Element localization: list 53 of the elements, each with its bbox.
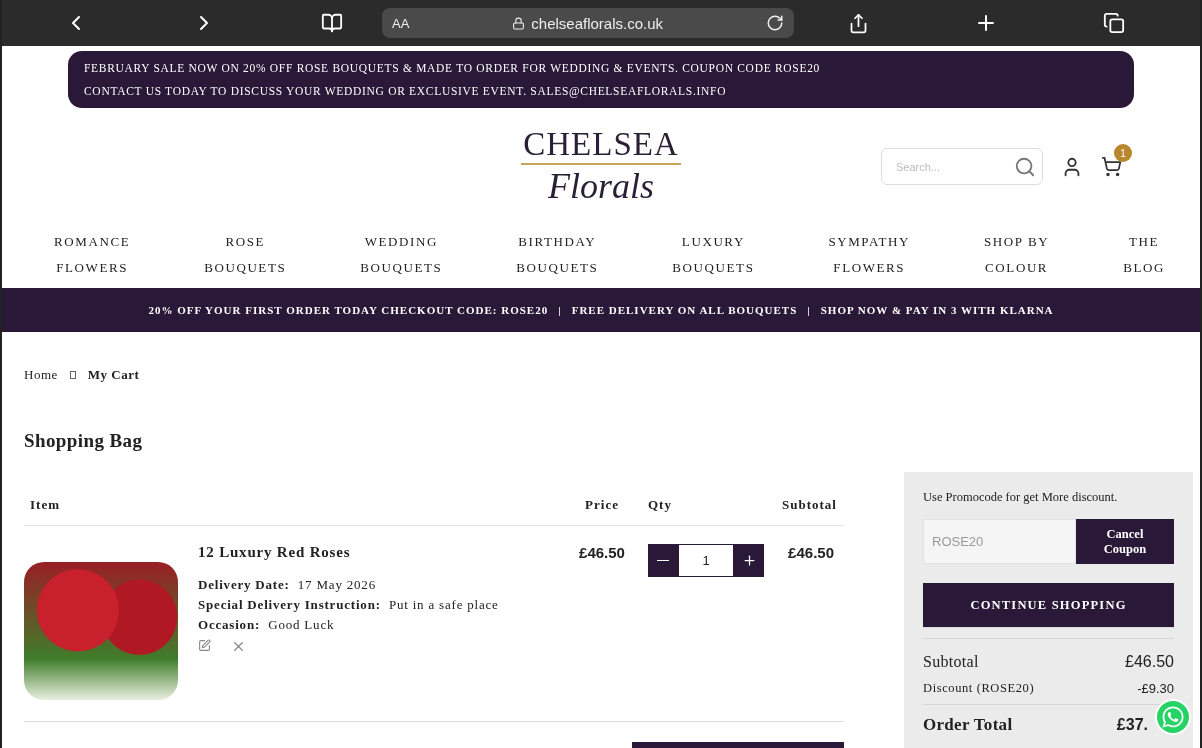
price-text: £46.50 xyxy=(578,544,626,563)
increase-button[interactable] xyxy=(734,544,764,577)
reload-icon[interactable] xyxy=(766,14,784,32)
plus-icon xyxy=(741,553,757,568)
column-header: Subtotal xyxy=(781,496,838,514)
cart-icon[interactable] xyxy=(1101,156,1122,177)
url-text: chelseaflorals.co.uk xyxy=(531,14,664,32)
minus-icon xyxy=(657,559,669,562)
logo[interactable]: CHELSEA Florals xyxy=(521,123,681,207)
summary-label: Discount (ROSE20) xyxy=(923,681,1035,696)
column-header: Item xyxy=(29,496,61,514)
promo-text: FREE DELIVERY ON ALL BOUQUETS xyxy=(571,304,798,316)
separator-text: | xyxy=(807,304,811,316)
breadcrumb-link[interactable]: Home xyxy=(24,367,58,383)
nav-link[interactable]: LUXURY BOUQUETS xyxy=(672,229,755,281)
subtotal-text: £46.50 xyxy=(787,544,835,563)
promo-text: SHOP NOW & PAY IN 3 WITH KLARNA xyxy=(820,304,1054,316)
text-size-button[interactable]: AA xyxy=(392,15,410,31)
summary-label: Order Total xyxy=(923,715,1013,735)
nav-link[interactable]: WEDDING BOUQUETS xyxy=(360,229,443,281)
announcement-text: FEBRUARY SALE NOW ON 20% OFF ROSE BOUQUETS & MADE TO ORDER FOR WEDDING & EVENTS. COUPON CODE ROSE20 xyxy=(84,61,822,74)
nav-link[interactable]: BIRTHDAY BOUQUETS xyxy=(516,229,599,281)
page-title: Shopping Bag xyxy=(24,430,144,452)
search-icon[interactable] xyxy=(1014,155,1036,178)
column-header: Qty xyxy=(647,496,673,514)
nav-link[interactable]: ROSE BOUQUETS xyxy=(204,229,287,281)
summary-value: -£9.30 xyxy=(1137,681,1174,696)
product-name[interactable]: 12 Luxury Red Roses xyxy=(198,544,499,561)
nav-link[interactable]: SYMPATHY FLOWERS xyxy=(828,229,911,281)
summary-label: Subtotal xyxy=(923,653,979,671)
column-header: Price xyxy=(584,496,620,514)
close-icon[interactable] xyxy=(231,639,246,654)
promo-hint: Use Promocode for get More discount. xyxy=(923,490,1119,505)
cancel-coupon-button[interactable]: Cancel Coupon xyxy=(1076,519,1174,564)
nav-link[interactable]: SHOP BY COLOUR xyxy=(984,229,1050,281)
cart-count-badge: 1 xyxy=(1114,144,1132,162)
nav-link[interactable]: ROMANCE FLOWERS xyxy=(54,229,131,281)
promo-text: 20% OFF YOUR FIRST ORDER TODAY CHECKOUT CODE: ROSE20 xyxy=(148,304,549,316)
separator-text: | xyxy=(558,304,562,316)
product-detail: Delivery Date: 17 May 2026 xyxy=(198,576,377,594)
address-bar[interactable]: AA chelseaflorals.co.uk xyxy=(382,8,794,38)
quantity-field[interactable]: 1 xyxy=(678,544,734,577)
lock-icon xyxy=(512,16,526,30)
continue-shopping-button[interactable]: CONTINUE SHOPPING xyxy=(923,583,1174,628)
separator-icon xyxy=(69,371,76,379)
product-detail: Special Delivery Instruction: Put in a safe place xyxy=(198,596,499,614)
summary-value: £37. xyxy=(1116,716,1148,734)
product-detail: Occasion: Good Luck xyxy=(198,616,336,634)
announcement-text: CONTACT US TODAY TO DISCUSS YOUR WEDDING OR EXCLUSIVE EVENT. SALES@CHELSEAFLORALS.INFO xyxy=(84,85,728,98)
summary-value: £46.50 xyxy=(1125,653,1174,671)
nav-link[interactable]: THE BLOG xyxy=(1123,229,1165,281)
breadcrumb-link[interactable]: My Cart xyxy=(87,367,140,383)
edit-icon[interactable] xyxy=(198,639,211,652)
